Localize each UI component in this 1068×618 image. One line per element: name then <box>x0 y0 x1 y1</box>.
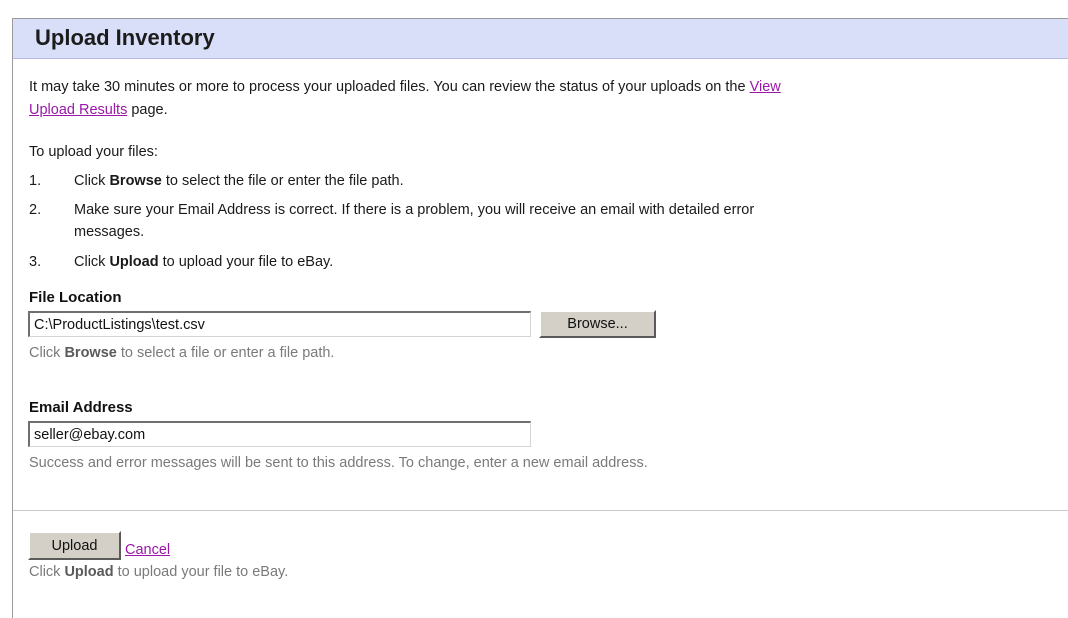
email-address-label: Email Address <box>29 399 133 416</box>
file-location-input[interactable] <box>28 311 531 337</box>
page-title: Upload Inventory <box>35 25 215 50</box>
upload-button[interactable]: Upload <box>28 531 121 560</box>
intro-line-1: It may take 30 minutes or more to proces… <box>29 79 781 95</box>
step-3-number: 3. <box>29 254 42 270</box>
browse-button[interactable]: Browse... <box>539 310 656 338</box>
title-bar: Upload Inventory <box>13 19 1068 59</box>
file-location-help: Click Browse to select a file or enter a… <box>29 345 335 361</box>
cancel-link[interactable]: Cancel <box>125 542 170 558</box>
step-2-number: 2. <box>29 202 42 218</box>
upload-inventory-panel: Upload Inventory It may take 30 minutes … <box>12 18 1068 618</box>
instructions-heading: To upload your files: <box>29 144 158 160</box>
step-3-text: Click Upload to upload your file to eBay… <box>74 254 334 270</box>
email-address-input[interactable] <box>28 421 531 447</box>
intro-suffix: page. <box>127 102 168 118</box>
view-upload-results-link-part2[interactable]: Upload Results <box>29 102 127 118</box>
intro-line-2: Upload Results page. <box>29 102 168 118</box>
view-upload-results-link-part1[interactable]: View <box>750 79 781 95</box>
step-2-text-line-1: Make sure your Email Address is correct.… <box>74 202 755 218</box>
step-1-number: 1. <box>29 173 42 189</box>
file-location-label: File Location <box>29 289 122 306</box>
step-2-text-line-2: messages. <box>74 224 145 240</box>
email-address-help: Success and error messages will be sent … <box>29 455 648 471</box>
step-1-text: Click Browse to select the file or enter… <box>74 173 404 189</box>
section-divider <box>13 510 1068 511</box>
intro-text: It may take 30 minutes or more to proces… <box>29 79 750 95</box>
upload-help: Click Upload to upload your file to eBay… <box>29 564 289 580</box>
